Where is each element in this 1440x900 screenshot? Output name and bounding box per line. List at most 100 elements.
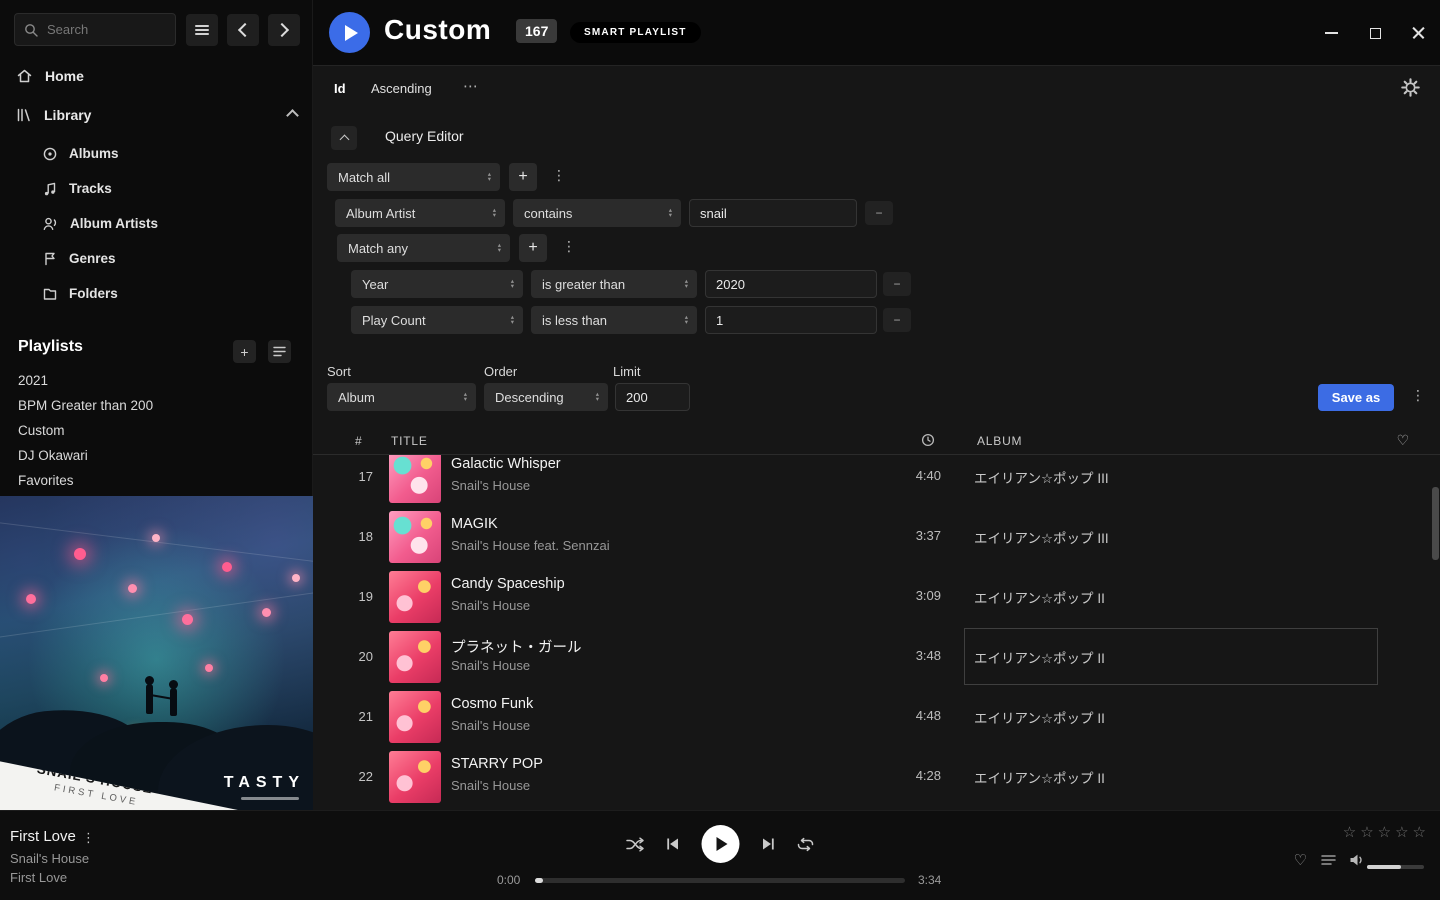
sort-order-toggle[interactable]: Ascending <box>371 81 432 96</box>
close-button[interactable] <box>1407 22 1429 44</box>
shuffle-button[interactable] <box>626 837 645 852</box>
rule-1-operator-select[interactable]: contains <box>513 199 681 227</box>
lantern <box>74 548 86 560</box>
column-header-album[interactable]: ALBUM <box>977 434 1022 448</box>
table-row[interactable]: 20 プラネット・ガール Snail's House 3:48 エイリアン☆ポッ… <box>313 627 1440 687</box>
seek-bar[interactable] <box>535 878 905 883</box>
rule-3-value-input[interactable] <box>705 306 877 334</box>
rule-2-operator-select[interactable]: is greater than <box>531 270 697 298</box>
group-2-menu-button[interactable]: ⋮ <box>561 238 577 255</box>
group-1-menu-button[interactable]: ⋮ <box>551 167 567 184</box>
table-row[interactable]: 22 STARRY POP Snail's House 4:28 エイリアン☆ポ… <box>313 747 1440 807</box>
volume-icon[interactable] <box>1349 853 1366 867</box>
sidebar-item-home[interactable]: Home <box>0 58 313 94</box>
rule-1-value-input[interactable] <box>689 199 857 227</box>
table-row[interactable]: 18 MAGIK Snail's House feat. Sennzai 3:3… <box>313 507 1440 567</box>
repeat-button[interactable] <box>797 837 815 852</box>
next-button[interactable] <box>761 837 776 851</box>
sidebar-item-library[interactable]: Library <box>0 97 313 133</box>
star-icon-3[interactable]: ☆ <box>1378 823 1391 841</box>
order-select[interactable]: Descending <box>484 383 608 411</box>
play-playlist-button[interactable] <box>329 12 370 53</box>
add-rule-button-1[interactable]: + <box>509 163 537 191</box>
playlist-menu-button[interactable]: ⋮ <box>1410 387 1426 404</box>
sort-select[interactable]: Album <box>327 383 476 411</box>
track-album: エイリアン☆ポップ III <box>974 467 1109 487</box>
rule-1-field-value: Album Artist <box>346 206 415 221</box>
more-options-button[interactable]: ⋯ <box>463 77 478 95</box>
table-row[interactable]: 19 Candy Spaceship Snail's House 3:09 エイ… <box>313 567 1440 627</box>
column-header-title[interactable]: TITLE <box>391 434 428 448</box>
rule-2-field-select[interactable]: Year <box>351 270 523 298</box>
add-playlist-button[interactable]: + <box>233 340 256 363</box>
track-number: 20 <box>343 649 373 664</box>
now-playing-menu-button[interactable]: ⋮ <box>82 830 94 846</box>
rule-3-field-select[interactable]: Play Count <box>351 306 523 334</box>
sidebar-item-folders[interactable]: Folders <box>26 276 300 311</box>
star-icon-1[interactable]: ☆ <box>1343 823 1356 841</box>
duration-column-clock-icon[interactable] <box>921 433 935 447</box>
play-pause-button[interactable] <box>702 825 740 863</box>
match-group-1-select[interactable]: Match all <box>327 163 500 191</box>
queue-button[interactable] <box>1321 854 1336 866</box>
track-title: MAGIK <box>451 516 498 532</box>
favorite-column-heart-icon[interactable]: ♡ <box>1397 432 1410 449</box>
star-icon-2[interactable]: ☆ <box>1360 823 1373 841</box>
save-as-button[interactable]: Save as <box>1318 384 1394 411</box>
sort-value: Album <box>338 390 375 405</box>
remove-rule-1-button[interactable]: − <box>865 201 893 225</box>
play-icon <box>345 25 358 41</box>
remove-rule-3-button[interactable]: − <box>883 308 911 332</box>
plus-icon: + <box>518 168 527 186</box>
sidebar-item-genres[interactable]: Genres <box>26 241 300 276</box>
limit-input[interactable] <box>615 383 690 411</box>
search-input[interactable] <box>45 21 166 38</box>
add-rule-button-2[interactable]: + <box>519 234 547 262</box>
sidebar-item-tracks[interactable]: Tracks <box>26 171 300 206</box>
track-artist: Snail's House feat. Sennzai <box>451 538 610 553</box>
rule-3-operator-select[interactable]: is less than <box>531 306 697 334</box>
track-album: エイリアン☆ポップ III <box>974 527 1109 547</box>
select-arrows-icon <box>464 392 467 402</box>
playlist-list-button[interactable] <box>268 340 291 363</box>
playlist-item[interactable]: BPM Greater than 200 <box>0 393 313 418</box>
smart-playlist-badge: SMART PLAYLIST <box>570 22 701 43</box>
volume-slider[interactable] <box>1367 865 1424 869</box>
column-header-number[interactable]: # <box>355 434 362 448</box>
forward-button[interactable] <box>268 14 300 46</box>
settings-gear-button[interactable] <box>1401 78 1420 97</box>
rule-2-value-input[interactable] <box>705 270 877 298</box>
match-group-2-select[interactable]: Match any <box>337 234 510 262</box>
scrollbar-thumb[interactable] <box>1432 487 1439 560</box>
match-group-1-value: Match all <box>338 170 390 185</box>
favorite-heart-button[interactable]: ♡ <box>1294 851 1307 869</box>
query-editor-collapse-button[interactable] <box>331 126 357 150</box>
playlist-item[interactable]: Custom <box>0 418 313 443</box>
star-icon-4[interactable]: ☆ <box>1395 823 1408 841</box>
playlist-item[interactable]: DJ Okawari <box>0 443 313 468</box>
search-box[interactable] <box>14 13 176 46</box>
seek-bar-fill <box>535 878 543 883</box>
save-as-label: Save as <box>1332 390 1380 405</box>
back-button[interactable] <box>227 14 259 46</box>
maximize-button[interactable] <box>1364 22 1386 44</box>
list-icon <box>273 346 286 357</box>
rule-1-field-select[interactable]: Album Artist <box>335 199 505 227</box>
sidebar-item-albums[interactable]: Albums <box>26 136 300 171</box>
remove-rule-2-button[interactable]: − <box>883 272 911 296</box>
table-header: # TITLE ALBUM ♡ <box>313 428 1440 455</box>
playlist-item[interactable]: Favorites <box>0 468 313 493</box>
playlist-item[interactable]: 2021 <box>0 368 313 393</box>
table-row[interactable]: 21 Cosmo Funk Snail's House 4:48 エイリアン☆ポ… <box>313 687 1440 747</box>
track-count-badge: 167 <box>516 19 557 43</box>
disc-icon <box>42 146 58 162</box>
menu-button[interactable] <box>186 14 218 46</box>
rule-2-operator-value: is greater than <box>542 277 625 292</box>
select-arrows-icon <box>685 279 688 289</box>
sort-field-toggle[interactable]: Id <box>334 81 346 96</box>
table-row[interactable]: 17 Galactic Whisper Snail's House 4:40 エ… <box>313 455 1440 507</box>
minimize-button[interactable] <box>1320 22 1342 44</box>
star-icon-5[interactable]: ☆ <box>1413 823 1426 841</box>
previous-button[interactable] <box>666 837 681 851</box>
sidebar-item-album-artists[interactable]: Album Artists <box>26 206 300 241</box>
